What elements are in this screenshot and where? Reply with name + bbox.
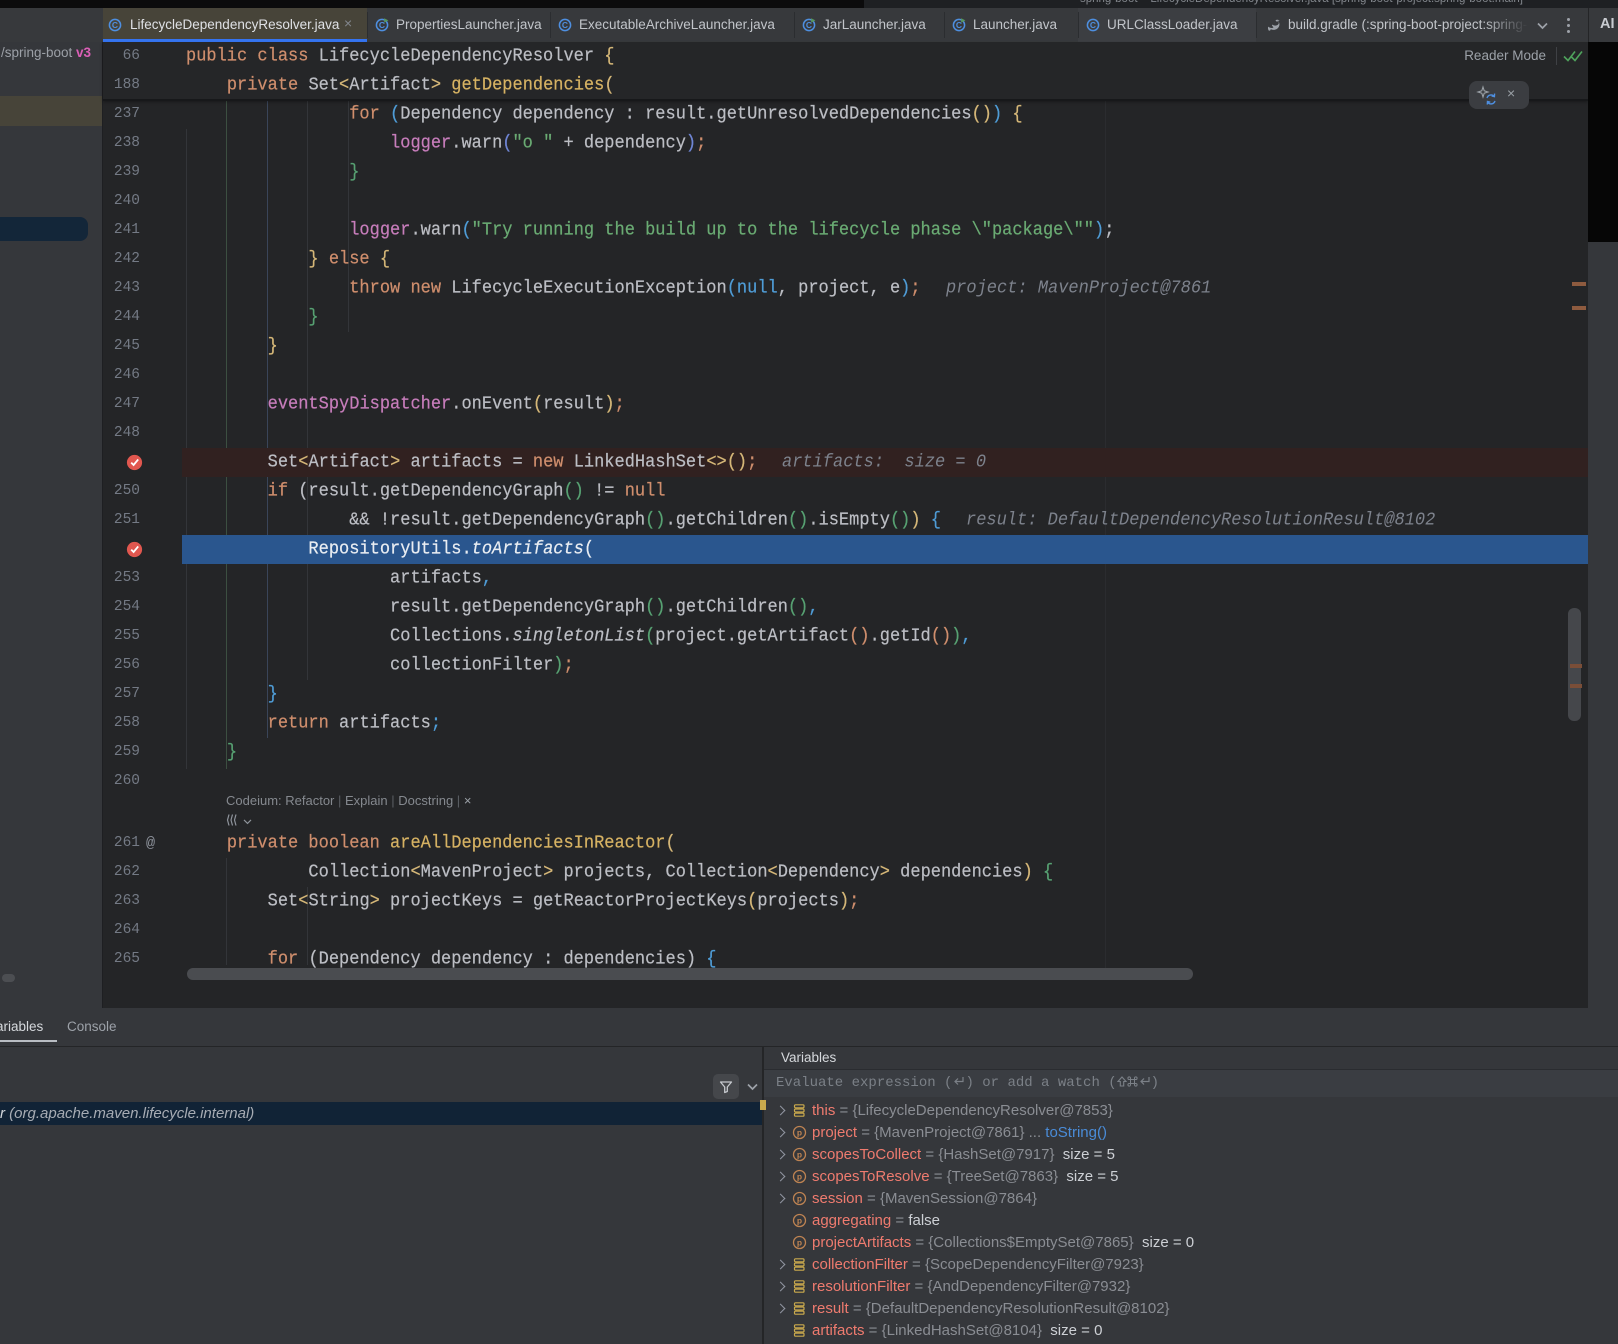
svg-text:C: C	[956, 20, 962, 30]
svg-text:p: p	[797, 1238, 802, 1248]
svg-text:C: C	[379, 20, 385, 30]
svg-text:p: p	[797, 1172, 802, 1182]
svg-text:C: C	[806, 20, 812, 30]
svg-text:p: p	[797, 1194, 802, 1204]
svg-text:p: p	[797, 1216, 802, 1226]
svg-text:C: C	[112, 20, 118, 30]
svg-text:p: p	[797, 1128, 802, 1138]
svg-text:p: p	[797, 1150, 802, 1160]
svg-text:C: C	[1090, 20, 1096, 30]
svg-text:C: C	[562, 20, 568, 30]
